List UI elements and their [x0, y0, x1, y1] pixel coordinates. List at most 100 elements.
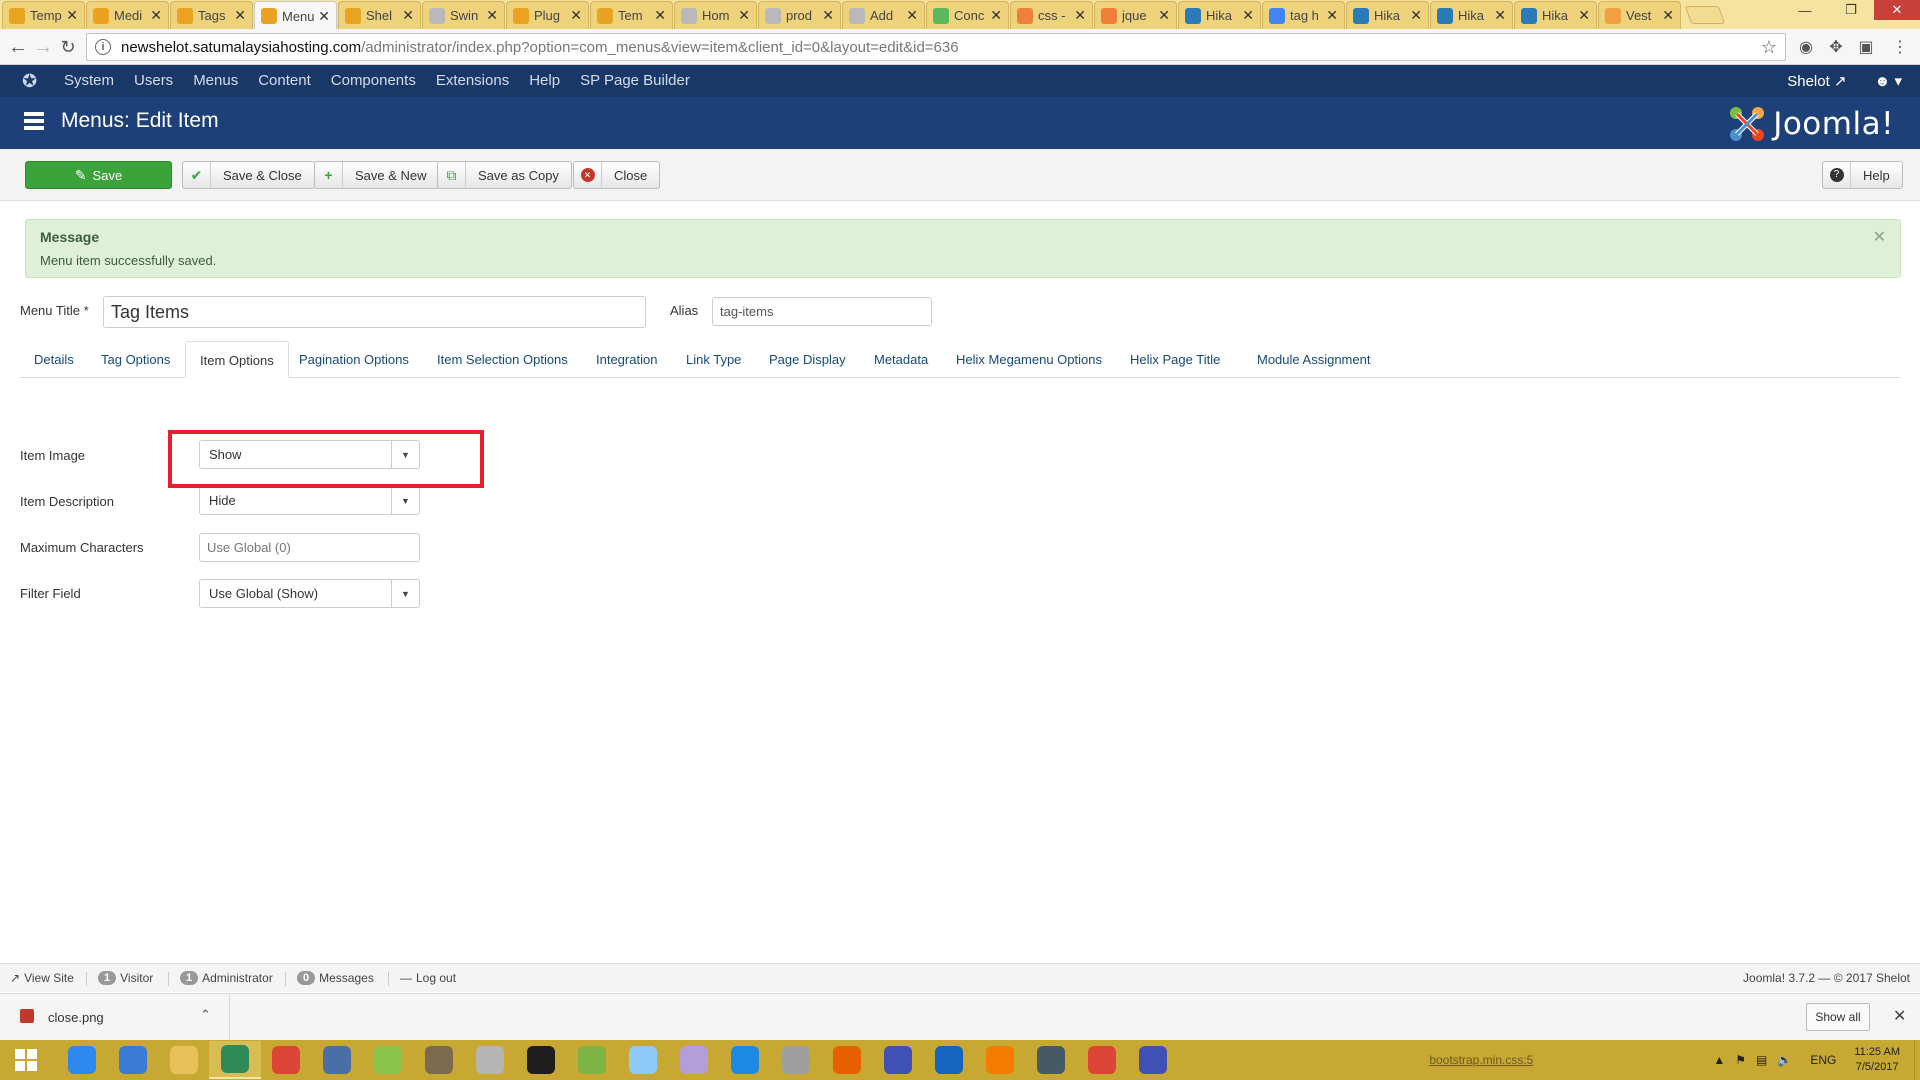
- joomla-logo-icon[interactable]: ✪: [22, 71, 44, 93]
- menu-menus[interactable]: Menus: [183, 65, 248, 97]
- tab-close-icon[interactable]: ✕: [1494, 7, 1506, 24]
- filter-field-select[interactable]: Use Global (Show) ▼: [199, 579, 420, 608]
- tab-close-icon[interactable]: ✕: [738, 7, 750, 24]
- item-description-select[interactable]: Hide ▼: [199, 486, 420, 515]
- save-as-copy-button[interactable]: ⧉ Save as Copy: [437, 161, 572, 189]
- taskbar-app-icon[interactable]: [821, 1041, 873, 1079]
- tab-item-options[interactable]: Item Options: [185, 341, 289, 378]
- tab-close-icon[interactable]: ✕: [1074, 7, 1086, 24]
- flag-icon[interactable]: ⚑: [1735, 1053, 1746, 1067]
- show-desktop-button[interactable]: [1914, 1040, 1920, 1080]
- browser-tab[interactable]: Hom ✕: [674, 1, 757, 29]
- tab-close-icon[interactable]: ✕: [486, 7, 498, 24]
- logout-link[interactable]: — Log out: [400, 971, 456, 985]
- tab-close-icon[interactable]: ✕: [654, 7, 666, 24]
- browser-tab[interactable]: css - ✕: [1010, 1, 1093, 29]
- menu-sp-page-builder[interactable]: SP Page Builder: [570, 65, 700, 97]
- menu-extensions[interactable]: Extensions: [426, 65, 519, 97]
- site-link[interactable]: Shelot ↗: [1787, 72, 1846, 90]
- browser-tab[interactable]: Hika ✕: [1346, 1, 1429, 29]
- tab-pagination-options[interactable]: Pagination Options: [285, 341, 423, 378]
- menu-title-input[interactable]: [103, 296, 646, 328]
- taskbar-app-icon[interactable]: [311, 1041, 363, 1079]
- browser-tab[interactable]: Hika ✕: [1514, 1, 1597, 29]
- tab-close-icon[interactable]: ✕: [66, 7, 78, 24]
- browser-tab[interactable]: Swin ✕: [422, 1, 505, 29]
- tab-helix-page-title[interactable]: Helix Page Title: [1116, 341, 1234, 378]
- menu-system[interactable]: System: [54, 65, 124, 97]
- volume-icon[interactable]: 🔈: [1777, 1053, 1792, 1067]
- tab-close-icon[interactable]: ✕: [570, 7, 582, 24]
- language-indicator[interactable]: ENG: [1810, 1053, 1836, 1067]
- site-info-icon[interactable]: i: [95, 39, 111, 55]
- dismiss-message-icon[interactable]: ✕: [1873, 227, 1886, 247]
- tab-close-icon[interactable]: ✕: [234, 7, 246, 24]
- minimize-button[interactable]: —: [1782, 0, 1828, 20]
- menu-help[interactable]: Help: [519, 65, 570, 97]
- tab-link-type[interactable]: Link Type: [672, 341, 755, 378]
- tab-close-icon[interactable]: ✕: [150, 7, 162, 24]
- taskbar-app-icon[interactable]: [515, 1041, 567, 1079]
- browser-tab[interactable]: Shel ✕: [338, 1, 421, 29]
- browser-tab[interactable]: jque ✕: [1094, 1, 1177, 29]
- browser-tab[interactable]: Temp ✕: [2, 1, 85, 29]
- show-all-button[interactable]: Show all: [1806, 1003, 1870, 1031]
- taskbar-app-icon[interactable]: [974, 1041, 1026, 1079]
- network-icon[interactable]: ▤: [1756, 1053, 1767, 1067]
- tray-expand-icon[interactable]: ▲: [1713, 1053, 1725, 1067]
- taskbar-app-icon[interactable]: [107, 1041, 159, 1079]
- taskbar-app-icon[interactable]: [770, 1041, 822, 1079]
- save-new-button[interactable]: + Save & New: [314, 161, 440, 189]
- new-tab-button[interactable]: [1684, 6, 1726, 24]
- taskbar-app-icon[interactable]: [923, 1041, 975, 1079]
- taskbar-app-icon[interactable]: [56, 1041, 108, 1079]
- taskbar-app-icon[interactable]: [1076, 1041, 1128, 1079]
- taskbar-app-icon[interactable]: [209, 1041, 261, 1079]
- menu-content[interactable]: Content: [248, 65, 321, 97]
- taskbar-app-icon[interactable]: [719, 1041, 771, 1079]
- tab-close-icon[interactable]: ✕: [318, 8, 330, 25]
- browser-tab[interactable]: Menu ✕: [254, 1, 337, 30]
- start-button[interactable]: [0, 1041, 52, 1079]
- tab-helix-megamenu-options[interactable]: Helix Megamenu Options: [942, 341, 1116, 378]
- messages-link[interactable]: 0 Messages: [297, 971, 374, 985]
- menu-components[interactable]: Components: [321, 65, 426, 97]
- tab-module-assignment[interactable]: Module Assignment: [1243, 341, 1384, 378]
- chevron-up-icon[interactable]: ⌃: [200, 1007, 211, 1023]
- window-close-button[interactable]: ✕: [1874, 0, 1920, 20]
- tab-page-display[interactable]: Page Display: [755, 341, 860, 378]
- restore-button[interactable]: ❐: [1828, 0, 1874, 20]
- tab-integration[interactable]: Integration: [582, 341, 671, 378]
- bookmark-star-icon[interactable]: ☆: [1761, 37, 1777, 58]
- browser-tab[interactable]: Vest ✕: [1598, 1, 1681, 29]
- maximum-characters-input[interactable]: [199, 533, 420, 562]
- close-button[interactable]: ✕ Close: [573, 161, 661, 189]
- view-site-link[interactable]: ↗ View Site: [10, 971, 74, 985]
- clock[interactable]: 11:25 AM 7/5/2017: [1854, 1045, 1900, 1075]
- browser-tab[interactable]: prod ✕: [758, 1, 841, 29]
- tab-tag-options[interactable]: Tag Options: [87, 341, 184, 378]
- tab-close-icon[interactable]: ✕: [1578, 7, 1590, 24]
- tab-metadata[interactable]: Metadata: [860, 341, 942, 378]
- taskbar-app-icon[interactable]: [566, 1041, 618, 1079]
- browser-tab[interactable]: Conc ✕: [926, 1, 1009, 29]
- browser-tab[interactable]: Hika ✕: [1178, 1, 1261, 29]
- close-download-bar-icon[interactable]: ✕: [1893, 1006, 1906, 1026]
- back-icon[interactable]: ←: [6, 35, 30, 59]
- reload-icon[interactable]: ↻: [56, 35, 80, 59]
- tab-close-icon[interactable]: ✕: [822, 7, 834, 24]
- screenshot-extension-icon[interactable]: ✥: [1826, 37, 1846, 57]
- tab-close-icon[interactable]: ✕: [1326, 7, 1338, 24]
- download-item[interactable]: close.png ⌃: [0, 994, 230, 1041]
- chrome-menu-icon[interactable]: ⋮: [1890, 37, 1910, 57]
- camera-extension-icon[interactable]: ◉: [1796, 37, 1816, 57]
- capture-extension-icon[interactable]: ▣: [1856, 37, 1876, 57]
- tab-close-icon[interactable]: ✕: [1662, 7, 1674, 24]
- taskbar-app-icon[interactable]: [668, 1041, 720, 1079]
- taskbar-app-icon[interactable]: [464, 1041, 516, 1079]
- taskbar-app-icon[interactable]: [1127, 1041, 1179, 1079]
- tab-close-icon[interactable]: ✕: [906, 7, 918, 24]
- browser-tab[interactable]: tag h ✕: [1262, 1, 1345, 29]
- alias-input[interactable]: [712, 297, 932, 326]
- taskbar-app-icon[interactable]: [1025, 1041, 1077, 1079]
